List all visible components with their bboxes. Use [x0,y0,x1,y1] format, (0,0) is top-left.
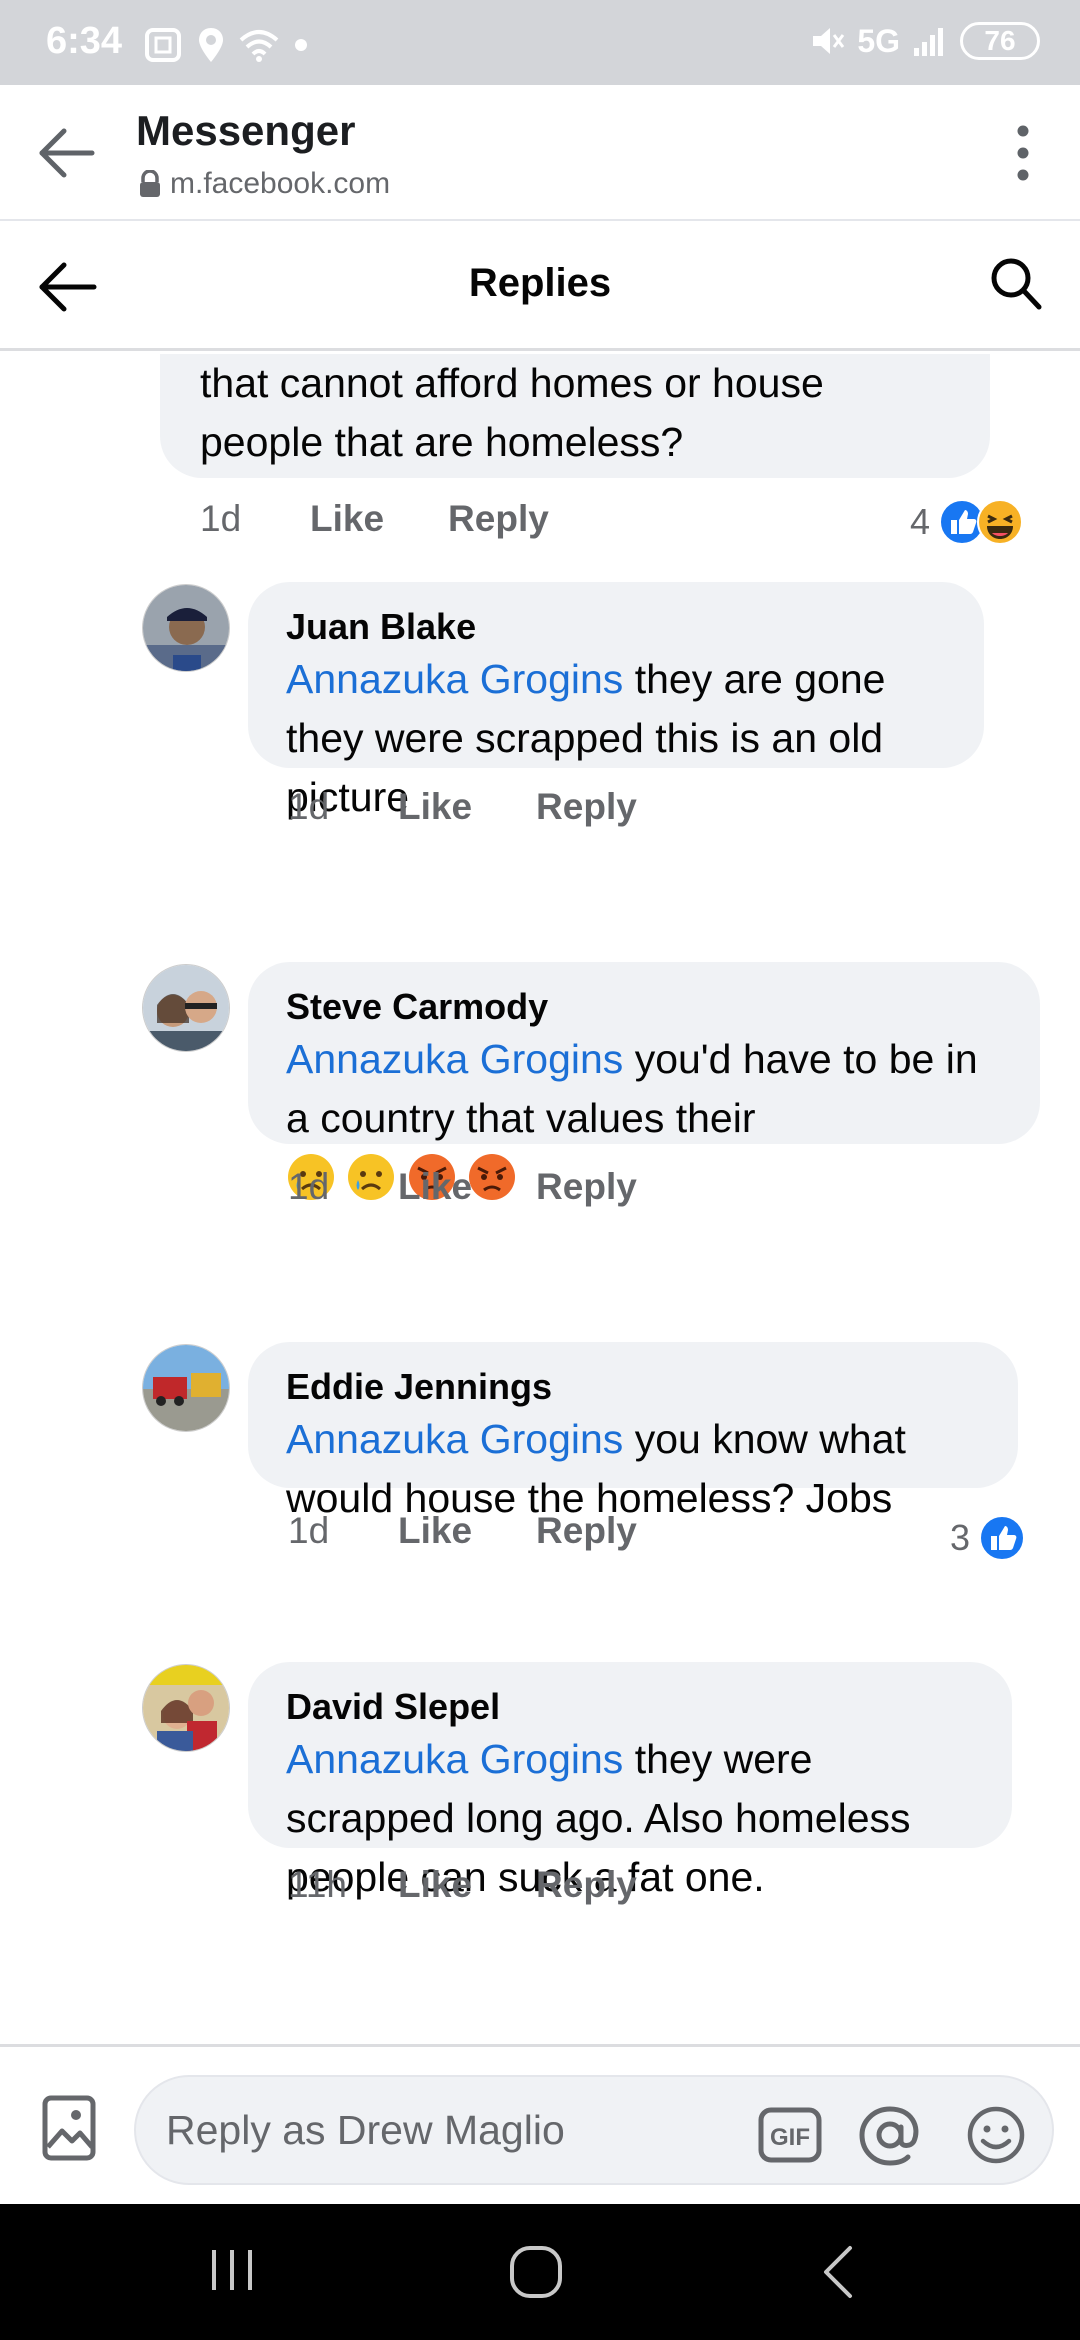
comment-actions: 1d Like Reply [288,1166,637,1208]
parent-comment-text-line2: people that are homeless? [200,419,684,465]
reply-button[interactable]: Reply [536,786,637,828]
like-button[interactable]: Like [398,1864,472,1906]
location-icon [199,28,223,62]
emoji-icon[interactable] [966,2105,1026,2165]
comment-author[interactable]: Eddie Jennings [286,1364,980,1410]
system-back-icon[interactable] [818,2244,858,2300]
comment-bubble: Eddie Jennings Annazuka Grogins you know… [248,1342,1018,1521]
like-button[interactable]: Like [398,786,472,828]
comment-time: 1d [200,498,242,539]
browser-bar: Messenger m.facebook.com [0,85,1080,221]
parent-comment-text-line1: that cannot afford homes or house [200,360,824,406]
comment-text: Annazuka Grogins you'd have to be in a c… [286,1030,1002,1148]
reaction-count: 3 [950,1517,971,1558]
parent-comment-bubble: that cannot afford homes or house people… [160,354,990,478]
mention-at-icon[interactable] [858,2103,922,2167]
comment-time: 1d [288,1166,330,1207]
wifi-icon [239,30,279,62]
url-text: m.facebook.com [170,167,391,200]
comment-actions: 11h Like Reply [288,1864,637,1906]
mention-link[interactable]: Annazuka Grogins [286,1416,623,1462]
signal-icon [914,28,943,56]
avatar[interactable] [142,964,230,1052]
parent-reactions[interactable]: 4 [910,498,1024,546]
parent-comment-actions: 1d Like Reply [200,498,549,540]
battery-indicator: 76 [960,22,1040,60]
reply-input[interactable]: Reply as Drew Maglio GIF [134,2075,1054,2185]
replies-list[interactable]: that cannot afford homes or house people… [0,354,1080,2044]
mention-link[interactable]: Annazuka Grogins [286,656,623,702]
like-reaction-icon [979,1515,1026,1561]
reply-button[interactable]: Reply [536,1166,637,1208]
comment-bubble: Juan Blake Annazuka Grogins they are gon… [248,582,984,820]
url-row: m.facebook.com [138,167,390,201]
status-time: 6:34 [46,20,123,62]
browser-title: Messenger [136,107,356,154]
comment-time: 1d [288,1510,330,1551]
search-icon[interactable] [990,257,1042,311]
haha-reaction-icon [977,499,1024,545]
comment-reactions[interactable]: 3 [950,1514,1026,1562]
comment-actions: 1d Like Reply [288,786,637,828]
like-button[interactable]: Like [398,1166,472,1208]
status-icons-right: 5G 76 [809,22,1040,60]
reply-button[interactable]: Reply [536,1864,637,1906]
page-title: Replies [468,261,612,305]
more-options-icon[interactable] [1016,125,1030,181]
gif-button[interactable]: GIF [758,2107,822,2168]
mute-icon [813,28,845,54]
comment-time: 1d [288,786,330,827]
mention-link[interactable]: Annazuka Grogins [286,1036,623,1082]
system-nav-bar [0,2204,1080,2340]
reaction-count: 4 [910,501,931,542]
home-icon[interactable] [508,2244,564,2300]
replies-header: Replies [0,221,1080,351]
avatar[interactable] [142,584,230,672]
browser-back-icon[interactable] [36,125,96,181]
mention-link[interactable]: Annazuka Grogins [286,1736,623,1782]
reply-button[interactable]: Reply [448,498,549,540]
like-button[interactable]: Like [398,1510,472,1552]
reply-input-placeholder: Reply as Drew Maglio [166,2107,565,2153]
comment-bubble: Steve Carmody Annazuka Grogins you'd hav… [248,962,1040,1200]
photo-gallery-icon[interactable] [42,2095,96,2161]
comment-author[interactable]: Juan Blake [286,604,946,650]
lock-icon [140,170,160,197]
comment-author[interactable]: Steve Carmody [286,984,1002,1030]
avatar[interactable] [142,1344,230,1432]
like-button[interactable]: Like [310,498,384,540]
recent-apps-icon[interactable] [208,2244,256,2296]
status-icons-left [143,26,309,64]
reply-button[interactable]: Reply [536,1510,637,1552]
comment-time: 11h [288,1864,347,1905]
svg-text:GIF: GIF [770,2124,810,2151]
status-bar: 6:34 5G 76 [0,0,1080,85]
gif-icon: GIF [758,2107,822,2163]
dot-icon [295,39,307,51]
network-label: 5G [857,22,900,59]
screenshot-icon [145,28,181,62]
comment-bubble: David Slepel Annazuka Grogins they were … [248,1662,1012,1900]
comment-author[interactable]: David Slepel [286,1684,974,1730]
comment-actions: 1d Like Reply [288,1510,637,1552]
avatar[interactable] [142,1664,230,1752]
reply-composer: Reply as Drew Maglio GIF [0,2044,1080,2204]
